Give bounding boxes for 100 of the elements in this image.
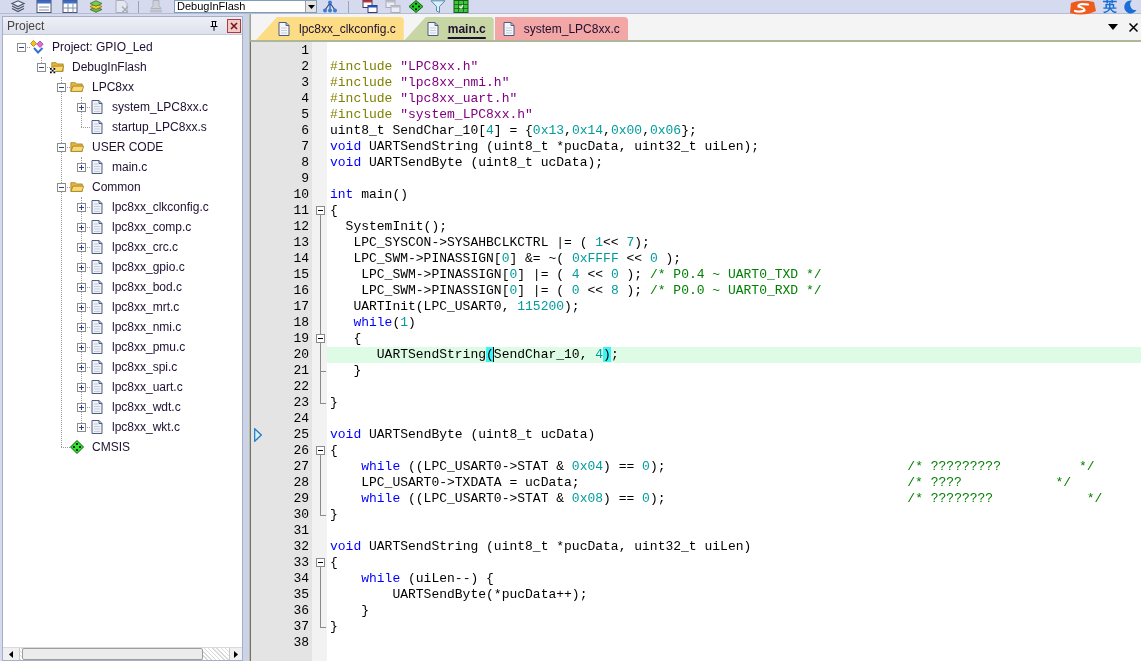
minus-box-icon[interactable] [37,62,46,72]
minus-box-icon[interactable] [17,42,26,52]
code-line: SystemInit(); [344,219,448,235]
tree-item[interactable]: lpc8xx_uart.c [112,380,183,394]
tree-item[interactable]: lpc8xx_crc.c [112,240,179,254]
line-number: 27 [293,459,309,474]
plus-box-icon[interactable] [77,242,86,252]
minus-box-icon[interactable] [57,182,66,192]
pin-icon[interactable] [210,20,218,31]
code-line: int main() [330,187,408,203]
line-number: 34 [293,571,309,586]
tree-item[interactable]: CMSIS [92,440,130,454]
tree-item[interactable]: DebugInFlash [72,60,147,74]
document-icon [90,160,104,174]
code-line: #include "system_LPC8xx.h" [330,107,533,123]
window-icon[interactable] [36,0,52,13]
document-icon [90,400,104,414]
horizontal-scrollbar[interactable] [3,647,242,660]
plus-box-icon[interactable] [77,322,86,332]
plus-box-icon[interactable] [77,282,86,292]
tree-item[interactable]: lpc8xx_gpio.c [112,260,185,274]
plus-box-icon[interactable] [77,382,86,392]
plus-box-icon[interactable] [77,362,86,372]
diamond-icon[interactable] [408,0,424,13]
scroll-right-icon[interactable] [234,650,238,658]
plus-box-icon[interactable] [77,402,86,412]
line-number: 2 [301,59,309,74]
code-line: while(1) [352,315,416,331]
dropdown-icon[interactable] [1108,24,1118,30]
tree-item[interactable]: lpc8xx_wkt.c [112,420,181,434]
target-folder-icon [50,60,64,74]
line-number: 24 [293,411,309,426]
code-line: uint8_t SendChar_10[4] = {0x13,0x14,0x00,0x06}; [330,123,697,139]
line-number: 8 [301,155,309,170]
tree-item[interactable]: lpc8xx_bod.c [112,280,183,294]
layers-icon[interactable] [88,0,104,13]
tree-item[interactable]: Project: GPIO_Led [52,40,153,54]
tree-item[interactable]: USER CODE [92,140,164,154]
line-number: 19 [293,331,309,346]
editor-tab[interactable]: main.c [404,17,494,40]
code-line: { [330,555,338,571]
tree-item[interactable]: LPC8xx [92,80,135,94]
minus-box-icon[interactable] [57,142,66,152]
tree-item[interactable]: Common [92,180,141,194]
ime-logo-icon[interactable] [1069,0,1097,16]
tree-item[interactable]: lpc8xx_wdt.c [112,400,181,414]
scroll-left-icon[interactable] [9,650,13,658]
editor-tab[interactable]: lpc8xx_clkconfig.c [256,17,404,40]
plus-box-icon[interactable] [77,342,86,352]
tree-item[interactable]: lpc8xx_comp.c [112,220,192,234]
windows-icon[interactable] [362,0,378,13]
tree-item[interactable]: lpc8xx_pmu.c [112,340,186,354]
tree-item[interactable]: lpc8xx_nmi.c [112,320,182,334]
document-icon [90,380,104,394]
line-number: 31 [293,523,309,538]
line-number: 11 [293,203,309,218]
line-number: 33 [293,555,309,570]
tree-item[interactable]: startup_LPC8xx.s [112,120,207,134]
scroll-thumb[interactable] [22,648,203,660]
tree-item[interactable]: main.c [112,160,148,174]
minus-box-icon[interactable] [316,558,325,567]
plus-box-icon[interactable] [77,302,86,312]
line-number: 10 [293,187,309,202]
line-number: 4 [301,91,309,106]
tree-item[interactable]: lpc8xx_mrt.c [112,300,180,314]
line-number: 16 [293,283,309,298]
plus-box-icon[interactable] [77,262,86,272]
input-mode-indicator[interactable]: 英 [1103,0,1117,13]
moon-icon[interactable] [1123,0,1137,14]
grid-icon[interactable] [453,0,469,13]
plus-box-icon[interactable] [77,102,86,112]
window-grid-icon[interactable] [62,0,78,13]
caret-icon[interactable] [307,4,315,9]
plus-box-icon[interactable] [77,202,86,212]
stack-icon[interactable] [10,0,26,13]
line-number: 32 [293,539,309,554]
minus-box-icon[interactable] [316,446,325,455]
document-icon [90,260,104,274]
line-number: 5 [301,107,309,122]
tree-item[interactable]: lpc8xx_clkconfig.c [112,200,209,214]
plus-box-icon[interactable] [77,222,86,232]
close-button[interactable] [227,18,241,33]
plus-box-icon[interactable] [77,422,86,432]
code-line: } [330,619,338,635]
hierarchy-icon[interactable] [322,0,338,13]
line-number: 25 [293,427,309,442]
code-line: UARTInit(LPC_USART0, 115200); [352,299,580,315]
line-number: 26 [293,443,309,458]
tree-item[interactable]: lpc8xx_spi.c [112,360,178,374]
document-icon [90,320,104,334]
tree-item[interactable]: system_LPC8xx.c [112,100,209,114]
minus-box-icon[interactable] [316,334,325,343]
minus-box-icon[interactable] [57,82,66,92]
target-select[interactable]: DebugInFlash [174,0,317,13]
close-icon [230,21,238,30]
plus-box-icon[interactable] [77,162,86,172]
line-number: 29 [293,491,309,506]
editor-tab[interactable]: system_LPC8xx.c [494,17,628,40]
minus-box-icon[interactable] [316,206,325,215]
close-icon[interactable] [1129,22,1138,32]
